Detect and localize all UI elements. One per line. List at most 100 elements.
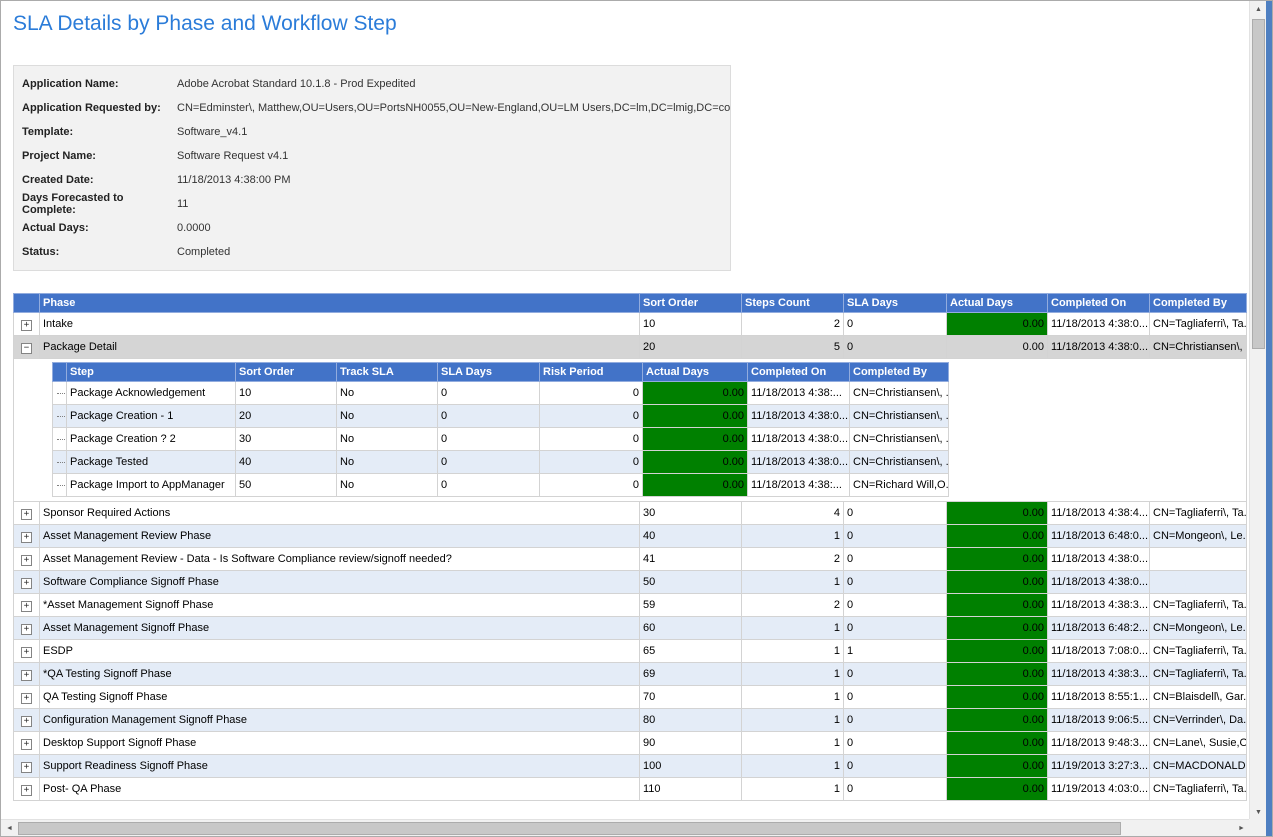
expand-cell: +	[14, 548, 40, 571]
phase-completed-by: CN=Christiansen\, ...	[1150, 336, 1247, 359]
expand-toggle-icon[interactable]: +	[21, 739, 32, 750]
step-completed-on: 11/18/2013 4:38:0...	[748, 428, 850, 451]
phase-sla-days: 0	[844, 732, 947, 755]
horizontal-scrollbar-thumb[interactable]	[18, 822, 1121, 835]
phase-completed-on: 11/18/2013 6:48:2...	[1048, 617, 1150, 640]
phase-steps-count: 1	[742, 663, 844, 686]
steps-table: StepSort OrderTrack SLASLA DaysRisk Peri…	[52, 362, 949, 497]
expand-cell: +	[14, 640, 40, 663]
expand-toggle-icon[interactable]: +	[21, 716, 32, 727]
info-field-label: Created Date:	[22, 174, 177, 186]
phase-row: −Package Detail20500.0011/18/2013 4:38:0…	[14, 336, 1247, 359]
step-track-sla: No	[337, 474, 438, 497]
expand-toggle-icon[interactable]: +	[21, 785, 32, 796]
expand-toggle-icon[interactable]: +	[21, 509, 32, 520]
phase-sla-days: 0	[844, 594, 947, 617]
step-name: Package Import to AppManager	[67, 474, 236, 497]
phase-name: *Asset Management Signoff Phase	[40, 594, 640, 617]
steps-header-sla-days: SLA Days	[438, 363, 540, 382]
expand-toggle-icon[interactable]: +	[21, 601, 32, 612]
tree-cell	[53, 451, 67, 474]
tree-connector-icon	[57, 439, 67, 440]
info-field-label: Template:	[22, 126, 177, 138]
step-actual-days: 0.00	[643, 405, 748, 428]
phase-completed-on: 11/18/2013 7:08:0...	[1048, 640, 1150, 663]
phase-name: Asset Management Review Phase	[40, 525, 640, 548]
phase-actual-days: 0.00	[947, 663, 1048, 686]
expand-toggle-icon[interactable]: +	[21, 693, 32, 704]
phase-sla-days: 0	[844, 336, 947, 359]
phase-sort-order: 50	[640, 571, 742, 594]
phase-actual-days: 0.00	[947, 778, 1048, 801]
expand-cell: +	[14, 686, 40, 709]
info-row: Template: Software_v4.1	[22, 120, 730, 144]
report-window: SLA Details by Phase and Workflow Step A…	[0, 0, 1273, 837]
step-actual-days: 0.00	[643, 382, 748, 405]
expand-toggle-icon[interactable]: +	[21, 578, 32, 589]
scroll-up-button[interactable]: ▲	[1250, 1, 1267, 18]
step-completed-on: 11/18/2013 4:38:...	[748, 382, 850, 405]
phase-sort-order: 20	[640, 336, 742, 359]
horizontal-scrollbar[interactable]: ◄ ►	[1, 819, 1250, 836]
phase-row: +Sponsor Required Actions30400.0011/18/2…	[14, 502, 1247, 525]
step-sla-days: 0	[438, 405, 540, 428]
phase-steps-count: 1	[742, 755, 844, 778]
steps-subtable-row: StepSort OrderTrack SLASLA DaysRisk Peri…	[14, 359, 1247, 502]
phase-completed-by: CN=Tagliaferri\, Ta...	[1150, 502, 1247, 525]
phase-header-sort-order: Sort Order	[640, 294, 742, 313]
phase-actual-days: 0.00	[947, 686, 1048, 709]
phase-row: +ESDP65110.0011/18/2013 7:08:0...CN=Tagl…	[14, 640, 1247, 663]
step-name: Package Creation ? 2	[67, 428, 236, 451]
steps-header-step: Step	[67, 363, 236, 382]
phase-header-completed-by: Completed By	[1150, 294, 1247, 313]
phase-completed-by: CN=Tagliaferri\, Ta...	[1150, 640, 1247, 663]
phase-actual-days: 0.00	[947, 502, 1048, 525]
expand-cell: +	[14, 709, 40, 732]
step-sla-days: 0	[438, 451, 540, 474]
expand-toggle-icon[interactable]: +	[21, 647, 32, 658]
phase-actual-days: 0.00	[947, 336, 1048, 359]
step-completed-by: CN=Richard Will,O...	[850, 474, 949, 497]
phase-actual-days: 0.00	[947, 709, 1048, 732]
phase-name: ESDP	[40, 640, 640, 663]
phase-steps-count: 2	[742, 313, 844, 336]
phase-name: Asset Management Review - Data - Is Soft…	[40, 548, 640, 571]
phase-steps-count: 1	[742, 686, 844, 709]
scroll-right-button[interactable]: ►	[1233, 820, 1250, 837]
expand-toggle-icon[interactable]: +	[21, 532, 32, 543]
vertical-scrollbar-thumb[interactable]	[1252, 19, 1265, 349]
expand-toggle-icon[interactable]: +	[21, 670, 32, 681]
phase-sort-order: 60	[640, 617, 742, 640]
phase-row: +Asset Management Signoff Phase60100.001…	[14, 617, 1247, 640]
phase-sla-days: 0	[844, 313, 947, 336]
scroll-left-button[interactable]: ◄	[1, 820, 18, 837]
tree-cell	[53, 474, 67, 497]
step-sla-days: 0	[438, 474, 540, 497]
expand-toggle-icon[interactable]: +	[21, 762, 32, 773]
vertical-scrollbar[interactable]: ▲ ▼	[1249, 1, 1266, 821]
step-completed-on: 11/18/2013 4:38:0...	[748, 451, 850, 474]
phase-actual-days: 0.00	[947, 571, 1048, 594]
expand-toggle-icon[interactable]: +	[21, 624, 32, 635]
phase-header-row: Phase Sort Order Steps Count SLA Days Ac…	[14, 294, 1247, 313]
phase-sla-days: 0	[844, 525, 947, 548]
phase-header-steps-count: Steps Count	[742, 294, 844, 313]
phase-row: +Intake10200.0011/18/2013 4:38:0...CN=Ta…	[14, 313, 1247, 336]
step-risk-period: 0	[540, 451, 643, 474]
phase-steps-count: 1	[742, 640, 844, 663]
step-sort-order: 50	[236, 474, 337, 497]
expand-toggle-icon[interactable]: +	[21, 555, 32, 566]
page-title: SLA Details by Phase and Workflow Step	[13, 11, 1250, 37]
phase-name: Software Compliance Signoff Phase	[40, 571, 640, 594]
phase-completed-on: 11/19/2013 3:27:3...	[1048, 755, 1150, 778]
step-name: Package Creation - 1	[67, 405, 236, 428]
collapse-toggle-icon[interactable]: −	[21, 343, 32, 354]
info-field-label: Days Forecasted to Complete:	[22, 192, 177, 216]
info-field-value: CN=Edminster\, Matthew,OU=Users,OU=Ports…	[177, 102, 730, 114]
phase-actual-days: 0.00	[947, 640, 1048, 663]
expand-toggle-icon[interactable]: +	[21, 320, 32, 331]
phase-steps-count: 2	[742, 548, 844, 571]
tree-cell	[53, 428, 67, 451]
expand-cell: −	[14, 336, 40, 359]
tree-connector-icon	[57, 462, 67, 463]
